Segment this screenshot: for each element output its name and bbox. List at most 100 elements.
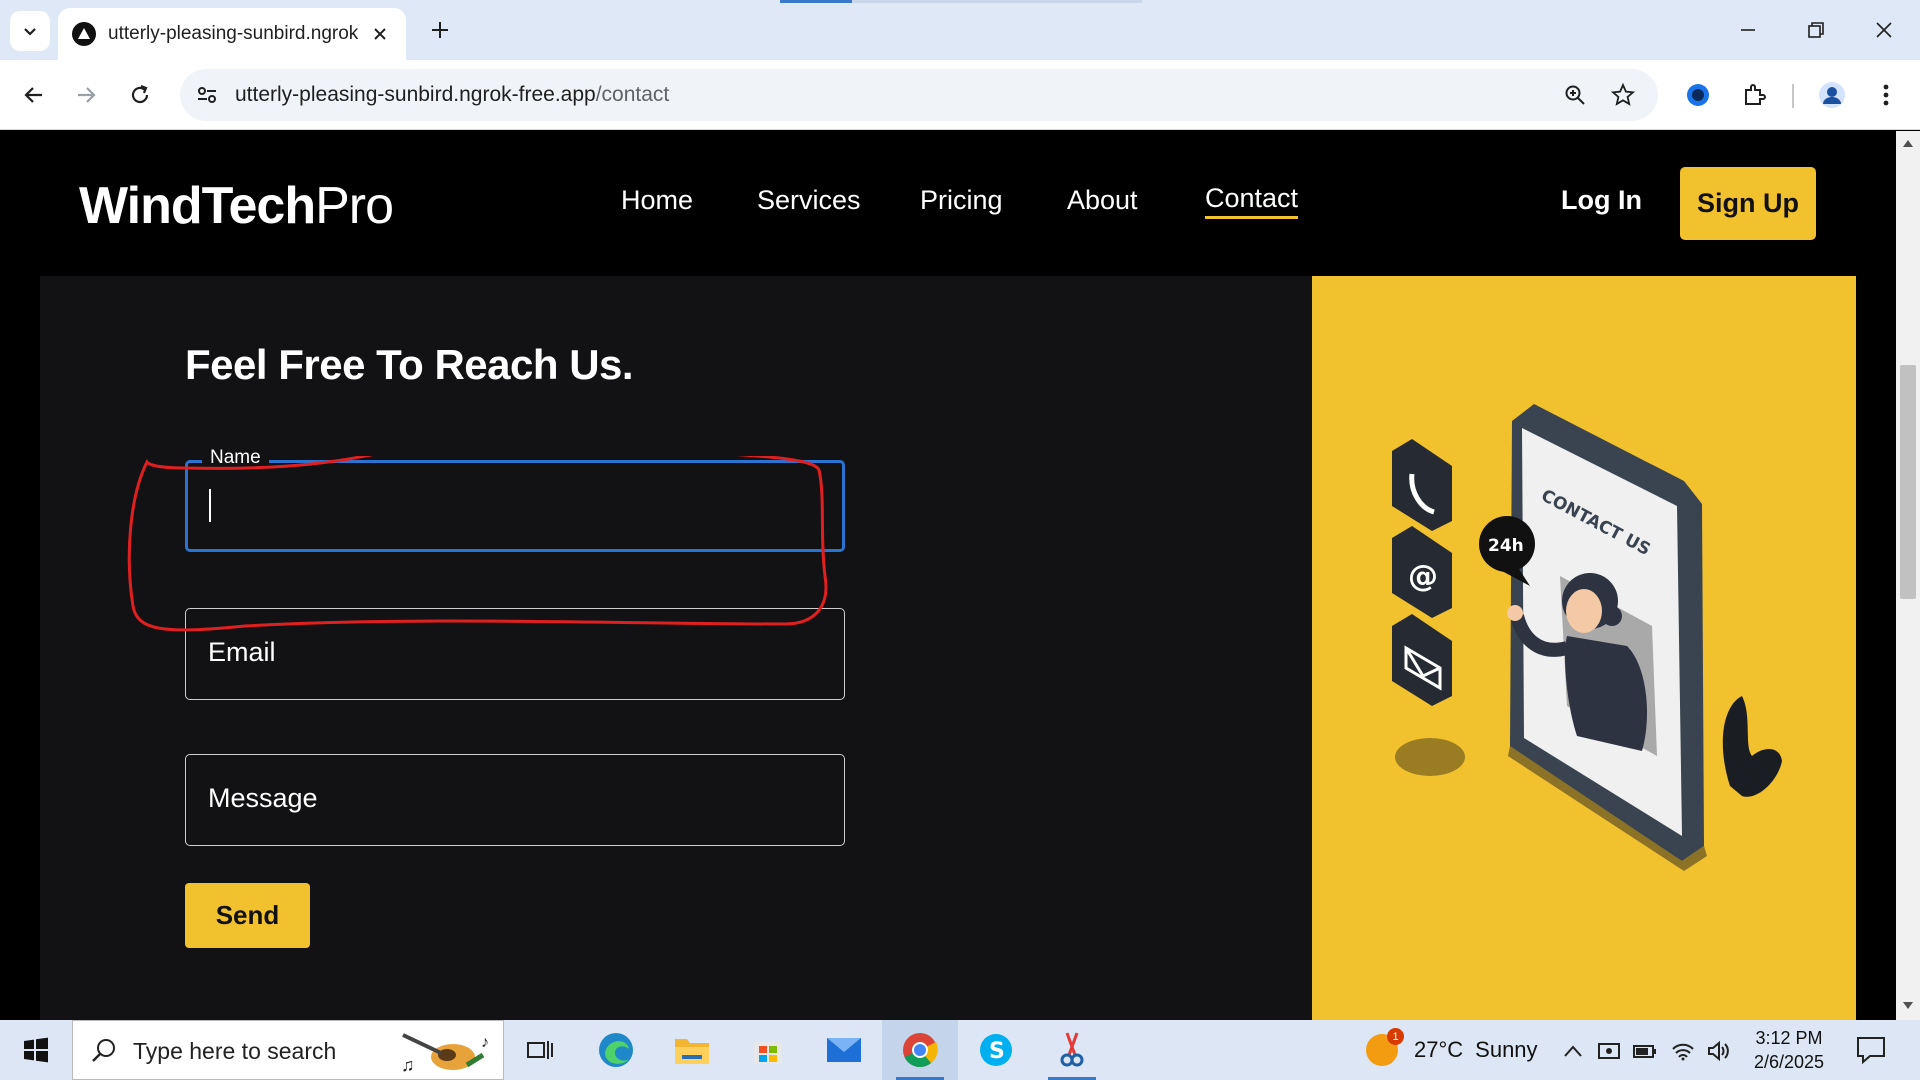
close-window-button[interactable] [1864,10,1904,50]
url-text: utterly-pleasing-sunbird.ngrok-free.app/… [235,83,669,107]
zoom-icon[interactable] [1560,80,1590,110]
toolbar-separator [1792,84,1794,108]
volume-icon[interactable] [1706,1038,1732,1064]
arrow-right-icon [78,87,96,103]
scroll-up-icon[interactable] [1902,137,1914,149]
extensions-puzzle-icon[interactable] [1734,75,1774,115]
url-path: /contact [595,83,670,106]
chevron-down-icon [24,28,36,36]
at-sign-tile-icon: @ [1392,526,1452,618]
web-page: WindTechPro Home Services Pricing About … [0,131,1896,1020]
chevron-up-icon[interactable] [1560,1038,1586,1064]
message-field[interactable]: Message [185,754,845,846]
edge-browser-icon [599,1033,633,1067]
nav-services[interactable]: Services [757,185,861,216]
edge-app[interactable] [578,1020,654,1080]
bookmark-star-icon[interactable] [1608,80,1638,110]
nav-home[interactable]: Home [621,185,693,216]
nav-about[interactable]: About [1067,185,1138,216]
windows-taskbar: Type here to search ♫ ♪ S 1 27°C Sunny 3… [0,1020,1920,1080]
notification-center-icon[interactable] [1856,1036,1886,1064]
envelope-tile-icon [1392,614,1452,706]
close-icon [1876,22,1892,38]
weather-temp: 27°C [1414,1037,1464,1062]
snipping-tool-app[interactable] [1034,1020,1110,1080]
site-info-icon[interactable] [192,80,222,110]
restore-button[interactable] [1796,10,1836,50]
plus-icon [432,22,448,38]
store-icon [754,1042,782,1064]
new-tab-button[interactable] [424,14,456,46]
logo-bold-text: WindTech [79,177,316,235]
site-favicon-icon [72,22,96,46]
nav-contact[interactable]: Contact [1205,183,1299,219]
scissors-icon [1060,1032,1084,1067]
svg-text:♫: ♫ [401,1055,415,1075]
svg-text:@: @ [1408,559,1438,594]
24h-badge-text: 24h [1488,536,1524,556]
forward-button[interactable] [66,75,106,115]
reload-button[interactable] [120,75,160,115]
microsoft-store-app[interactable] [730,1020,806,1080]
clock-date: 2/6/2025 [1753,1052,1825,1072]
site-logo[interactable]: WindTechPro [79,176,394,236]
weather-desc: Sunny [1475,1037,1538,1062]
start-button[interactable] [10,1030,62,1070]
file-explorer-app[interactable] [654,1020,730,1080]
svg-text:♪: ♪ [481,1034,489,1051]
tab-strip-indicator-track [852,0,1142,3]
arrow-left-icon [24,87,42,103]
plant-decoration [1722,696,1782,797]
contact-us-illustration: CONTACT US 24h @ [1392,404,1782,871]
scroll-down-icon[interactable] [1902,1000,1914,1012]
contact-heading: Feel Free To Reach Us. [185,341,634,388]
weather-badge: 1 [1387,1028,1404,1045]
browser-tab-bar: utterly-pleasing-sunbird.ngrok- [0,0,1920,60]
browser-toolbar: utterly-pleasing-sunbird.ngrok-free.app/… [0,60,1920,130]
tab-title: utterly-pleasing-sunbird.ngrok- [108,23,358,44]
contact-illustration: CONTACT US 24h @ [1312,276,1856,1020]
mail-icon [827,1038,861,1062]
signup-button[interactable]: Sign Up [1680,167,1816,240]
sun-icon: 1 [1366,1028,1404,1066]
guitar-highlight-icon: ♫ ♪ [401,1033,489,1075]
contact-form-panel: Feel Free To Reach Us. Name Email Messag… [40,276,1312,1020]
meet-now-icon[interactable] [1596,1038,1622,1064]
taskbar-clock[interactable]: 3:12 PM 2/6/2025 [1744,1026,1834,1074]
url-host: utterly-pleasing-sunbird.ngrok-free.app [235,83,596,106]
reload-icon [131,84,149,104]
windows-logo-icon [24,1037,48,1063]
login-link[interactable]: Log In [1561,185,1642,216]
extension-icon[interactable] [1678,75,1718,115]
svg-text:S: S [989,1039,1005,1064]
weather-widget[interactable]: 1 27°C Sunny [1366,1020,1538,1080]
address-bar[interactable]: utterly-pleasing-sunbird.ngrok-free.app/… [180,69,1658,121]
logo-light-text: Pro [315,177,394,235]
tab-search-button[interactable] [10,11,50,51]
search-icon [92,1039,115,1062]
clock-time: 3:12 PM [1755,1028,1823,1048]
browser-tab[interactable]: utterly-pleasing-sunbird.ngrok- [58,8,406,60]
taskbar-search-box[interactable]: Type here to search ♫ ♪ [72,1020,504,1080]
mail-app[interactable] [806,1020,882,1080]
profile-avatar-icon[interactable] [1812,75,1852,115]
message-placeholder: Message [208,783,318,813]
skype-icon: S [980,1034,1012,1066]
minimize-button[interactable] [1728,10,1768,50]
wifi-icon[interactable] [1670,1038,1696,1064]
more-menu-icon[interactable] [1866,75,1906,115]
tab-strip-indicator [780,0,852,3]
folder-icon [675,1039,709,1064]
page-scrollbar[interactable] [1896,131,1920,1020]
close-tab-icon[interactable] [368,22,392,46]
battery-icon[interactable] [1632,1038,1658,1064]
task-view-button[interactable] [502,1020,578,1080]
scrollbar-thumb[interactable] [1900,365,1916,599]
chrome-app[interactable] [882,1020,958,1080]
skype-app[interactable]: S [958,1020,1034,1080]
back-button[interactable] [14,75,54,115]
send-button[interactable]: Send [185,883,310,948]
annotation-circle [127,456,828,632]
chrome-icon [903,1033,938,1068]
nav-pricing[interactable]: Pricing [920,185,1003,216]
